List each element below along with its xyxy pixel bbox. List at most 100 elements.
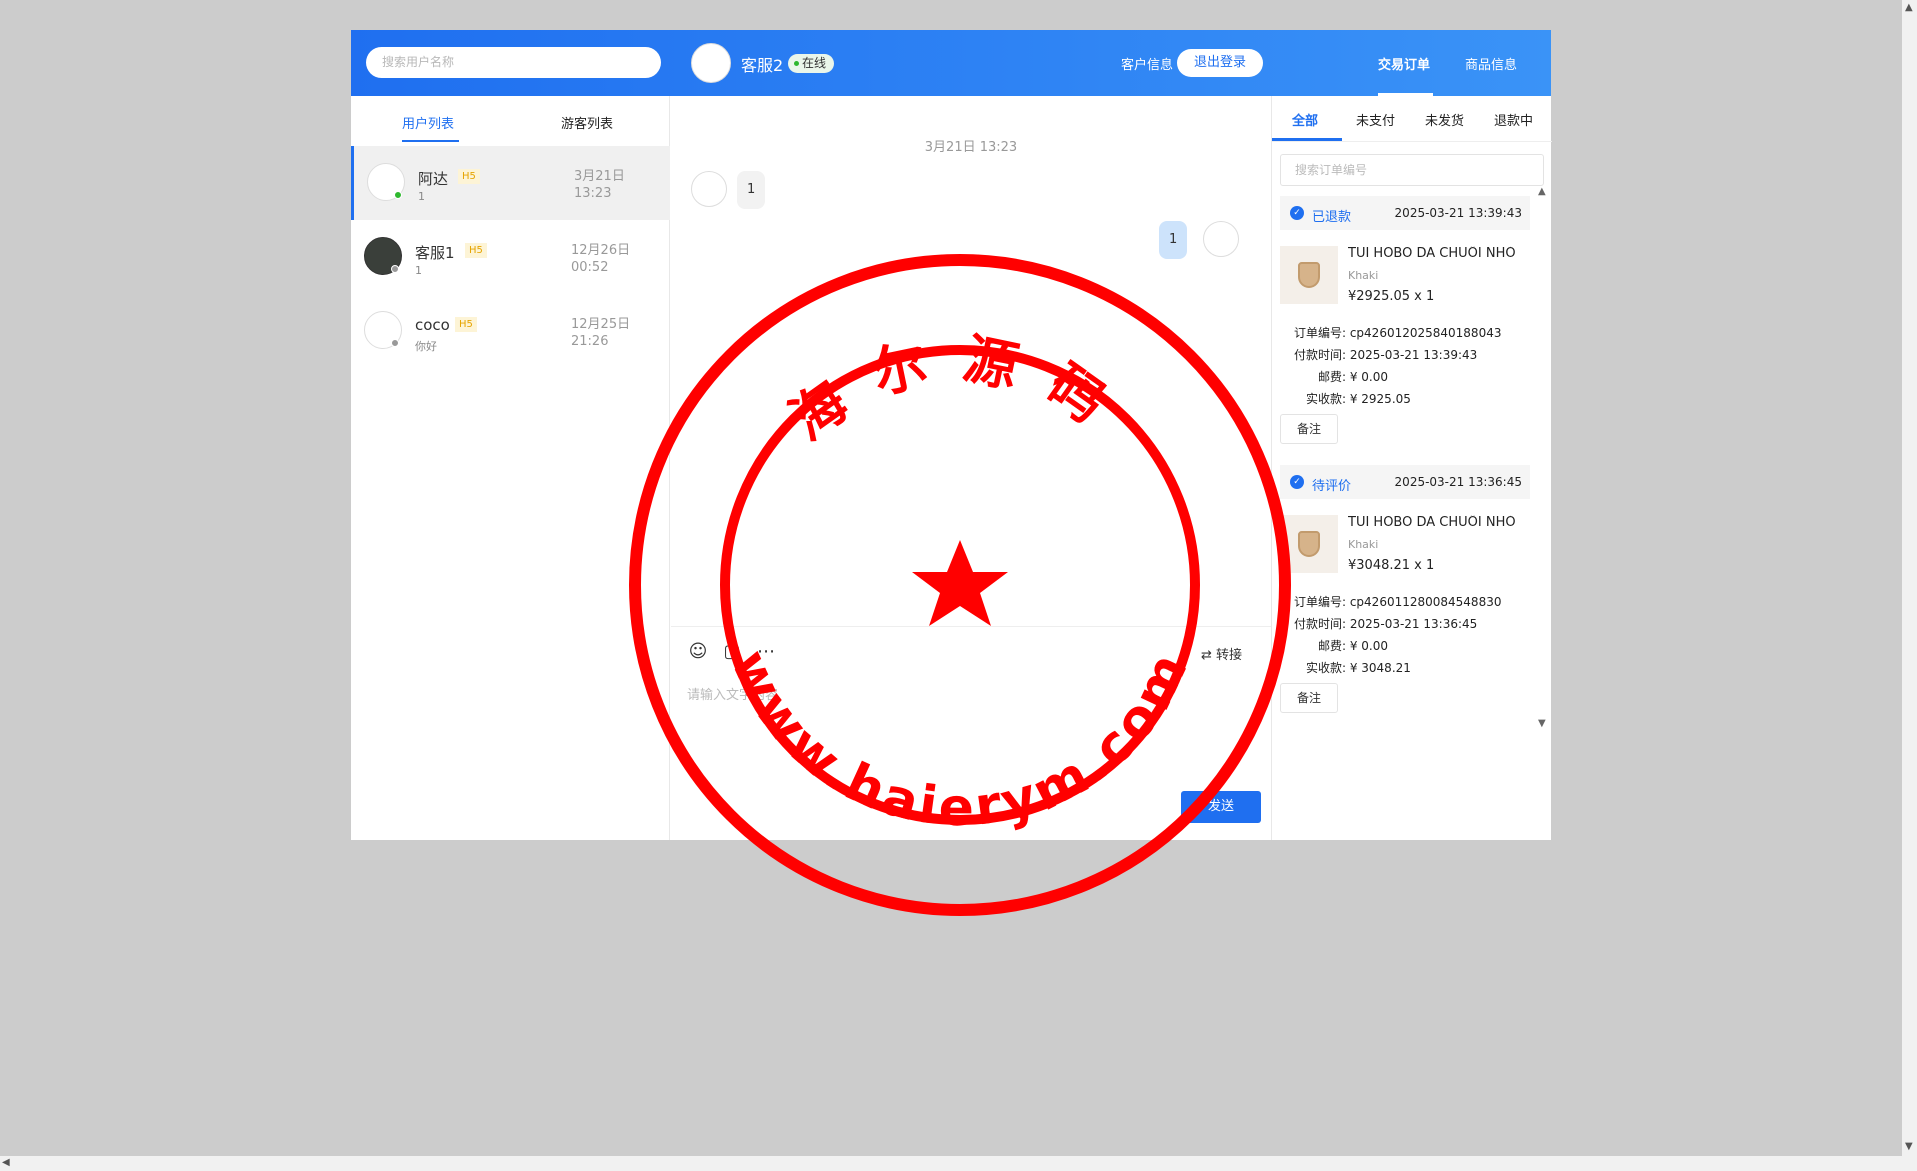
last-message-date: 12月25日 xyxy=(571,317,631,332)
status-icon: ✓ xyxy=(1290,206,1304,220)
bag-icon xyxy=(1298,531,1320,557)
order-number-label: 订单编号: xyxy=(1293,595,1346,609)
chat-panel: 3月21日 13:23 1 1 ☺ ▢ ⋯ ⇄ 转接 请输入文字内容 发送 xyxy=(671,96,1271,840)
user-search-input[interactable]: 搜索用户名称 xyxy=(366,47,661,78)
tab-unpaid[interactable]: 未支付 xyxy=(1356,110,1395,129)
order-panel: 全部 未支付 未发货 退款中 搜索订单编号 ✓ 已退款 2025-03-21 1… xyxy=(1271,96,1552,840)
order-status: 已退款 xyxy=(1312,210,1352,225)
transfer-button[interactable]: ⇄ 转接 xyxy=(1201,644,1242,663)
agent-avatar xyxy=(691,43,731,83)
avatar xyxy=(1203,221,1239,257)
offline-dot-icon xyxy=(391,265,399,273)
user-list-item[interactable]: coco H5 你好 12月25日 21:26 xyxy=(351,294,670,368)
pay-time: 2025-03-21 13:39:43 xyxy=(1349,348,1478,362)
message-composer: ☺ ▢ ⋯ ⇄ 转接 请输入文字内容 发送 xyxy=(671,626,1271,840)
last-message-clock: 13:23 xyxy=(574,186,612,201)
offline-dot-icon xyxy=(391,339,399,347)
last-message-time: 12月26日 00:52 xyxy=(571,242,641,276)
transfer-label: 转接 xyxy=(1216,648,1243,663)
product-image xyxy=(1280,246,1338,304)
online-status-badge: 在线 xyxy=(788,54,835,73)
chat-console: 搜索用户名称 客服2 在线 退出登录 客户信息 交易订单 商品信息 用户列表 游… xyxy=(351,30,1552,840)
pay-time-label: 付款时间: xyxy=(1293,348,1346,362)
page-vertical-scrollbar[interactable]: ▲ ▼ xyxy=(1902,0,1917,1156)
logout-button[interactable]: 退出登录 xyxy=(1177,49,1263,77)
last-message: 1 xyxy=(415,264,422,277)
order-time: 2025-03-21 13:39:43 xyxy=(1394,206,1522,220)
product-title: TÚI HOBO DA CHUỖI NHỎ xyxy=(1348,246,1516,261)
send-button[interactable]: 发送 xyxy=(1181,791,1261,823)
page-horizontal-scrollbar[interactable]: ◀ xyxy=(0,1156,1917,1171)
last-message: 你好 xyxy=(415,340,437,353)
product-title: TÚI HOBO DA CHUỖI NHỎ xyxy=(1348,515,1516,530)
scroll-up-icon[interactable]: ▲ xyxy=(1905,2,1913,13)
product-price: ¥3048.21 x 1 xyxy=(1348,558,1435,573)
order-number-row: 订单编号: cp426011280084548830 xyxy=(1280,593,1502,610)
last-message-time: 12月25日 21:26 xyxy=(571,316,641,350)
last-message: 1 xyxy=(418,190,425,203)
order-card: ✓ 已退款 2025-03-21 13:39:43 TÚI HOBO DA CH… xyxy=(1280,196,1530,456)
incoming-message: 1 xyxy=(737,171,766,209)
shipping-fee: ¥ 0.00 xyxy=(1349,370,1388,384)
pay-time: 2025-03-21 13:36:45 xyxy=(1349,617,1478,631)
order-scroll-down-icon[interactable]: ▼ xyxy=(1538,718,1546,729)
shipping-row: 邮费: ¥ 0.00 xyxy=(1280,368,1388,385)
remark-button[interactable]: 备注 xyxy=(1280,683,1338,713)
divider xyxy=(1272,141,1552,142)
scroll-down-icon[interactable]: ▼ xyxy=(1905,1141,1913,1152)
order-number-row: 订单编号: cp426012025840188043 xyxy=(1280,324,1502,341)
product-image xyxy=(1280,515,1338,573)
received-label: 实收款: xyxy=(1305,392,1346,406)
user-list-item[interactable]: 阿达 H5 1 3月21日 13:23 xyxy=(351,146,670,220)
product-variant: Khaki xyxy=(1348,538,1379,551)
agent-name: 客服2 xyxy=(741,56,784,75)
received-amount: ¥ 2925.05 xyxy=(1349,392,1411,406)
remark-button[interactable]: 备注 xyxy=(1280,414,1338,444)
order-time: 2025-03-21 13:36:45 xyxy=(1394,475,1522,489)
tab-active-underline xyxy=(402,140,459,142)
user-list-item[interactable]: 客服1 H5 1 12月26日 00:52 xyxy=(351,220,670,294)
received-label: 实收款: xyxy=(1305,661,1346,675)
shipping-fee: ¥ 0.00 xyxy=(1349,639,1388,653)
online-status-label: 在线 xyxy=(802,56,827,70)
shipping-label: 邮费: xyxy=(1317,370,1346,384)
last-message-date: 3月21日 xyxy=(574,169,625,184)
tab-all-orders[interactable]: 全部 xyxy=(1292,110,1318,129)
bag-icon xyxy=(1298,262,1320,288)
product-price: ¥2925.05 x 1 xyxy=(1348,289,1435,304)
last-message-date: 12月26日 xyxy=(571,243,631,258)
emoji-icon[interactable]: ☺ xyxy=(687,641,709,663)
transfer-icon: ⇄ xyxy=(1201,648,1217,663)
nav-product-info[interactable]: 商品信息 xyxy=(1465,54,1517,73)
last-message-time: 3月21日 13:23 xyxy=(574,168,644,202)
tab-guest-list[interactable]: 游客列表 xyxy=(561,113,613,132)
quick-reply-icon[interactable]: ⋯ xyxy=(755,641,777,663)
last-message-clock: 21:26 xyxy=(571,334,609,349)
pay-time-row: 付款时间: 2025-03-21 13:39:43 xyxy=(1280,346,1477,363)
user-name: 阿达 xyxy=(418,170,449,188)
status-icon: ✓ xyxy=(1290,475,1304,489)
tab-refunding[interactable]: 退款中 xyxy=(1494,110,1533,129)
shipping-label: 邮费: xyxy=(1317,639,1346,653)
scroll-left-icon[interactable]: ◀ xyxy=(2,1157,10,1168)
order-header: ✓ 待评价 2025-03-21 13:36:45 xyxy=(1280,465,1530,499)
nav-trade-orders[interactable]: 交易订单 xyxy=(1378,54,1430,73)
shipping-row: 邮费: ¥ 0.00 xyxy=(1280,637,1388,654)
nav-customer-info[interactable]: 客户信息 xyxy=(1121,54,1173,73)
message-input[interactable]: 请输入文字内容 xyxy=(687,684,778,703)
last-message-clock: 00:52 xyxy=(571,260,609,275)
user-name: coco xyxy=(415,316,450,334)
order-search-input[interactable]: 搜索订单编号 xyxy=(1280,154,1544,186)
image-upload-icon[interactable]: ▢ xyxy=(721,641,743,663)
user-list-panel: 用户列表 游客列表 阿达 H5 1 3月21日 13:23 客服1 H5 1 1… xyxy=(351,96,670,840)
order-scroll-up-icon[interactable]: ▲ xyxy=(1538,186,1546,197)
received-row: 实收款: ¥ 2925.05 xyxy=(1280,390,1411,407)
h5-tag: H5 xyxy=(455,317,477,332)
order-number: cp426011280084548830 xyxy=(1349,595,1502,609)
tab-user-list[interactable]: 用户列表 xyxy=(402,113,454,132)
order-header: ✓ 已退款 2025-03-21 13:39:43 xyxy=(1280,196,1530,230)
tab-unshipped[interactable]: 未发货 xyxy=(1425,110,1464,129)
online-dot-icon xyxy=(794,61,799,66)
outgoing-message: 1 xyxy=(1159,221,1188,259)
order-number: cp426012025840188043 xyxy=(1349,326,1502,340)
